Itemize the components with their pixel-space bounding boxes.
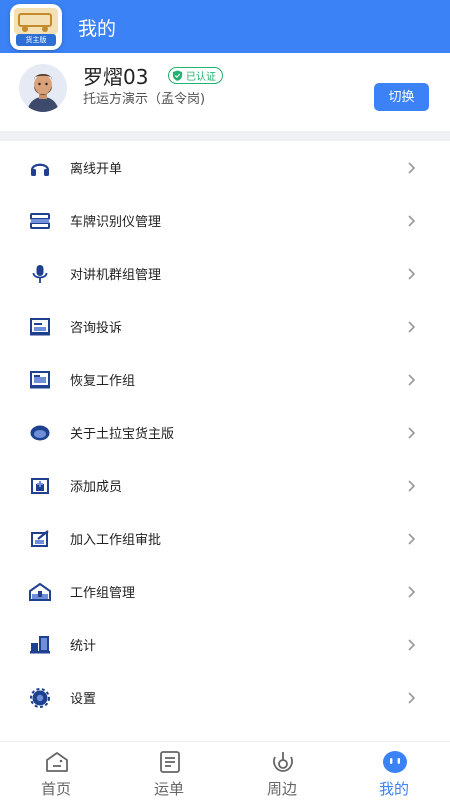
add-member-icon xyxy=(31,478,49,494)
menu-item-workgroup-management[interactable]: 工作组管理 xyxy=(0,565,450,618)
chevron-right-icon xyxy=(408,480,416,492)
wheel-icon xyxy=(22,26,28,32)
gear-icon xyxy=(30,688,50,708)
menu-item-about[interactable]: 关于土拉宝货主版 xyxy=(0,406,450,459)
profile-card: 罗熠03 已认证 托运方演示（孟令岗) 切换 xyxy=(0,53,450,131)
bar-chart-icon xyxy=(30,636,50,654)
tab-nearby[interactable]: 周边 xyxy=(226,742,338,800)
app-logo: 货主版 xyxy=(10,4,62,50)
home-icon xyxy=(46,752,68,772)
menu-item-plate-scanner[interactable]: 车牌识别仪管理 xyxy=(0,194,450,247)
chevron-right-icon xyxy=(408,586,416,598)
menu-item-label: 设置 xyxy=(70,692,97,707)
menu-item-consult-complaint[interactable]: 咨询投诉 xyxy=(0,300,450,353)
eye-icon xyxy=(30,425,50,441)
company-name: 托运方演示（孟令岗) xyxy=(83,92,206,107)
chevron-right-icon xyxy=(408,639,416,651)
page-title: 我的 xyxy=(78,18,117,40)
switch-button[interactable]: 切换 xyxy=(374,83,429,111)
truck-icon xyxy=(18,13,52,27)
verified-badge: 已认证 xyxy=(168,67,223,84)
profile-face-icon xyxy=(383,751,407,773)
document-icon xyxy=(30,318,50,336)
tab-label: 我的 xyxy=(378,780,409,798)
approve-icon xyxy=(31,530,49,547)
menu-item-label: 统计 xyxy=(70,639,97,654)
tab-label: 运单 xyxy=(153,780,184,798)
wheel-icon xyxy=(42,26,48,32)
microphone-icon xyxy=(32,265,48,283)
tab-home[interactable]: 首页 xyxy=(0,742,112,800)
logo-label: 货主版 xyxy=(16,34,56,46)
chevron-right-icon xyxy=(408,162,416,174)
chevron-right-icon xyxy=(408,692,416,704)
avatar-face-icon xyxy=(19,64,67,112)
tab-profile[interactable]: 我的 xyxy=(338,742,450,800)
house-icon xyxy=(29,582,51,601)
menu-item-label: 咨询投诉 xyxy=(70,321,123,336)
menu-item-label: 关于土拉宝货主版 xyxy=(70,427,175,442)
chevron-right-icon xyxy=(408,427,416,439)
username: 罗熠03 xyxy=(83,65,149,89)
avatar[interactable] xyxy=(19,64,67,112)
waybill-icon xyxy=(160,751,180,773)
tab-waybill[interactable]: 运单 xyxy=(113,742,225,800)
tab-label: 周边 xyxy=(266,780,297,798)
chevron-right-icon xyxy=(408,374,416,386)
menu-item-label: 工作组管理 xyxy=(70,586,136,601)
shield-check-icon xyxy=(172,70,183,81)
menu-item-label: 恢复工作组 xyxy=(70,374,136,389)
verified-badge-label: 已认证 xyxy=(186,72,216,83)
menu-list: 离线开单 车牌识别仪管理 对讲机群组管理 咨询投诉 恢复工作组 关于土拉宝货主版… xyxy=(0,141,450,741)
tab-label: 首页 xyxy=(40,780,71,798)
menu-item-intercom-groups[interactable]: 对讲机群组管理 xyxy=(0,247,450,300)
menu-item-add-member[interactable]: 添加成员 xyxy=(0,459,450,512)
restore-icon xyxy=(30,371,50,389)
plate-scanner-icon xyxy=(30,213,50,229)
menu-item-join-approval[interactable]: 加入工作组审批 xyxy=(0,512,450,565)
menu-item-statistics[interactable]: 统计 xyxy=(0,618,450,671)
section-divider xyxy=(0,131,450,141)
headset-icon xyxy=(30,163,50,176)
chevron-right-icon xyxy=(408,321,416,333)
menu-item-restore-workgroup[interactable]: 恢复工作组 xyxy=(0,353,450,406)
nearby-icon xyxy=(273,752,293,772)
menu-item-label: 加入工作组审批 xyxy=(70,533,162,548)
menu-item-label: 车牌识别仪管理 xyxy=(70,215,162,230)
app-header: 货主版 我的 xyxy=(0,0,450,53)
chevron-right-icon xyxy=(408,268,416,280)
menu-item-label: 对讲机群组管理 xyxy=(70,268,162,283)
menu-item-label: 离线开单 xyxy=(70,162,123,177)
chevron-right-icon xyxy=(408,533,416,545)
menu-item-label: 添加成员 xyxy=(70,480,123,495)
bottom-tab-bar: 首页 运单 周边 我的 xyxy=(0,741,450,800)
menu-item-settings[interactable]: 设置 xyxy=(0,671,450,724)
chevron-right-icon xyxy=(408,215,416,227)
menu-item-offline-order[interactable]: 离线开单 xyxy=(0,141,450,194)
